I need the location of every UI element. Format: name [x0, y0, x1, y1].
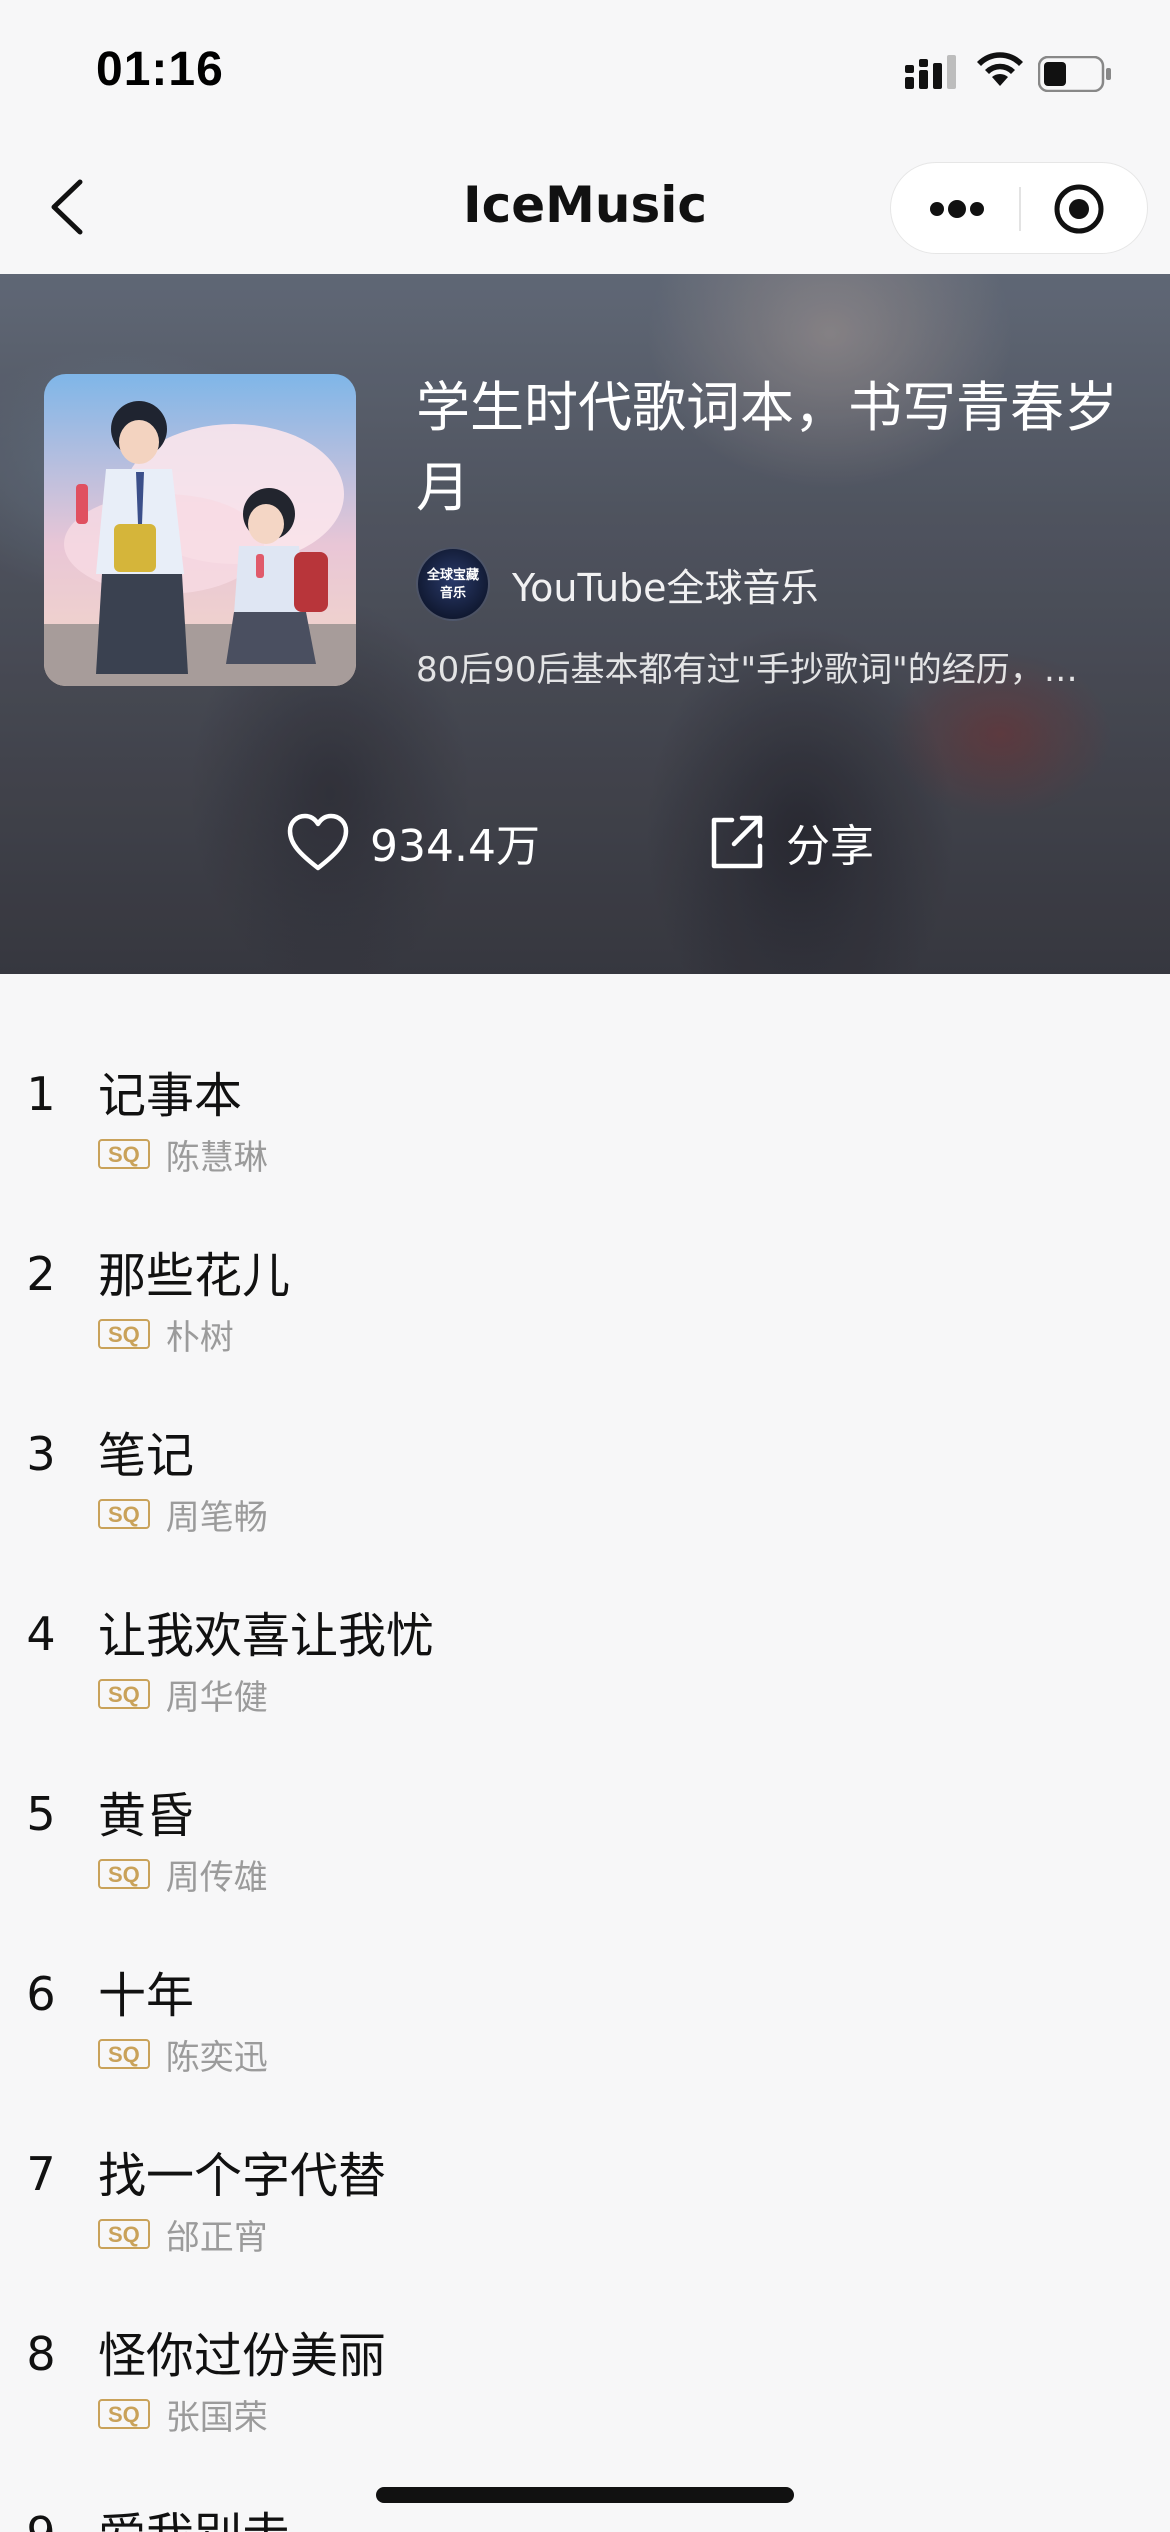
song-index: 6	[26, 1967, 56, 2021]
song-row[interactable]: 6 十年 SQ 陈奕迅	[0, 1874, 1170, 2078]
avatar-logo-line-2: 音乐	[439, 586, 466, 601]
song-title[interactable]: 找一个字代替	[98, 2136, 386, 2206]
battery-icon	[1038, 56, 1111, 92]
song-index: 4	[26, 1607, 56, 1661]
more-dots-icon[interactable]	[921, 183, 993, 235]
song-row[interactable]: 4 让我欢喜让我忧 SQ 周华健	[0, 1514, 1170, 1718]
app-screen: 01:16 IceMusic 学生时代歌词本，书写青春岁月 全球宝藏 音乐 Yo…	[0, 0, 1170, 2532]
song-row[interactable]: 9爱我别走SQ	[0, 2414, 1170, 2532]
playlist-description[interactable]: 80后90后基本都有过"手抄歌词"的经历，…	[416, 642, 1116, 691]
creator-avatar[interactable]: 全球宝藏 音乐	[416, 547, 490, 621]
like-button[interactable]: 934.4万	[286, 802, 540, 882]
song-title[interactable]: 怪你过份美丽	[98, 2316, 386, 2386]
cover-illustration	[44, 374, 356, 686]
share-button[interactable]: 分享	[706, 802, 874, 882]
playlist-header: 学生时代歌词本，书写青春岁月 全球宝藏 音乐 YouTube全球音乐 80后90…	[0, 274, 1170, 974]
song-title[interactable]: 记事本	[98, 1056, 242, 1126]
creator-info[interactable]: 全球宝藏 音乐 YouTube全球音乐	[416, 546, 819, 622]
song-index: 3	[26, 1427, 56, 1481]
song-index: 2	[26, 1247, 56, 1301]
navigation-bar: IceMusic	[0, 140, 1170, 274]
status-bar: 01:16	[0, 0, 1170, 140]
song-row[interactable]: 1 记事本 SQ 陈慧琳	[0, 974, 1170, 1178]
heart-icon	[287, 813, 349, 871]
share-label: 分享	[786, 821, 874, 872]
like-count: 934.4万	[370, 821, 540, 872]
song-title[interactable]: 爱我别走	[98, 2496, 290, 2532]
song-index: 7	[26, 2147, 56, 2201]
cellular-signal-icon	[905, 55, 956, 89]
song-row[interactable]: 3 笔记 SQ 周笔畅	[0, 1334, 1170, 1538]
song-title[interactable]: 黄昏	[98, 1776, 194, 1846]
song-title[interactable]: 笔记	[98, 1416, 194, 1486]
playlist-title: 学生时代歌词本，书写青春岁月	[416, 376, 1118, 519]
capsule-divider	[1019, 187, 1021, 231]
creator-name[interactable]: YouTube全球音乐	[512, 557, 819, 612]
share-icon	[711, 815, 763, 869]
song-title[interactable]: 那些花儿	[98, 1236, 290, 1306]
song-title[interactable]: 让我欢喜让我忧	[98, 1596, 434, 1666]
song-index: 1	[26, 1067, 56, 1121]
status-time: 01:16	[96, 43, 224, 96]
song-title[interactable]: 十年	[98, 1956, 194, 2026]
song-row[interactable]: 7 找一个字代替 SQ 邰正宵	[0, 2054, 1170, 2258]
playlist-cover-image[interactable]	[44, 374, 356, 686]
song-row[interactable]: 8 怪你过份美丽 SQ 张国荣	[0, 2234, 1170, 2438]
mini-program-capsule	[890, 162, 1148, 254]
song-row[interactable]: 5 黄昏 SQ 周传雄	[0, 1694, 1170, 1898]
creator-avatar-logo: 全球宝藏 音乐	[424, 567, 482, 603]
song-row[interactable]: 2 那些花儿 SQ 朴树	[0, 1154, 1170, 1358]
song-index: 8	[26, 2327, 56, 2381]
home-indicator[interactable]	[376, 2487, 794, 2503]
close-target-icon[interactable]	[1051, 183, 1107, 235]
avatar-logo-line-1: 全球宝藏	[426, 568, 479, 583]
song-index: 9	[0, 2414, 82, 2532]
song-index: 5	[26, 1787, 56, 1841]
wifi-icon	[977, 52, 1023, 86]
